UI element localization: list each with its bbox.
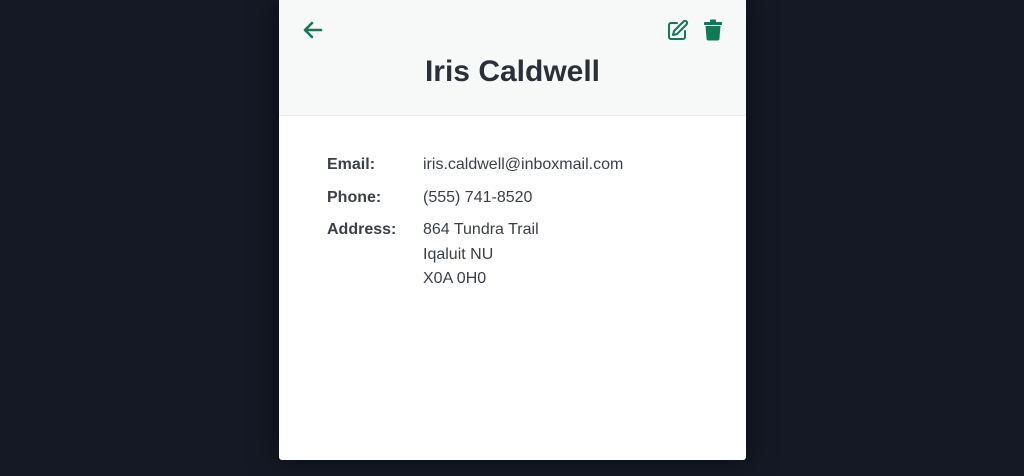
contact-name: Iris Caldwell <box>424 55 601 88</box>
contact-details: Email: iris.caldwell@inboxmail.com Phone… <box>327 153 707 300</box>
edit-button[interactable] <box>665 17 691 43</box>
trash-icon <box>704 19 722 41</box>
address-line-city: Iqaluit NU <box>423 245 494 263</box>
address-row: Address: 864 Tundra Trail Iqaluit NU X0A… <box>327 218 707 292</box>
back-button[interactable] <box>300 17 326 43</box>
address-label: Address: <box>327 221 397 238</box>
email-label: Email: <box>327 156 376 173</box>
card-header: Iris Caldwell <box>279 0 746 116</box>
address-value: 864 Tundra Trail Iqaluit NU X0A 0H0 <box>423 218 539 292</box>
phone-value: (555) 741-8520 <box>423 188 533 206</box>
phone-label: Phone: <box>327 188 382 206</box>
phone-row: Phone: (555) 741-8520 <box>327 186 707 211</box>
address-line-street: 864 Tundra Trail <box>423 221 539 238</box>
edit-icon <box>668 19 689 40</box>
email-value: iris.caldwell@inboxmail.com <box>423 156 624 173</box>
email-row: Email: iris.caldwell@inboxmail.com <box>327 153 707 178</box>
address-line-postal: X0A 0H0 <box>423 270 487 287</box>
contact-card: Iris Caldwell Email: iris.caldwell@inbox… <box>279 0 746 460</box>
delete-button[interactable] <box>700 17 726 43</box>
arrow-left-icon <box>303 21 323 39</box>
